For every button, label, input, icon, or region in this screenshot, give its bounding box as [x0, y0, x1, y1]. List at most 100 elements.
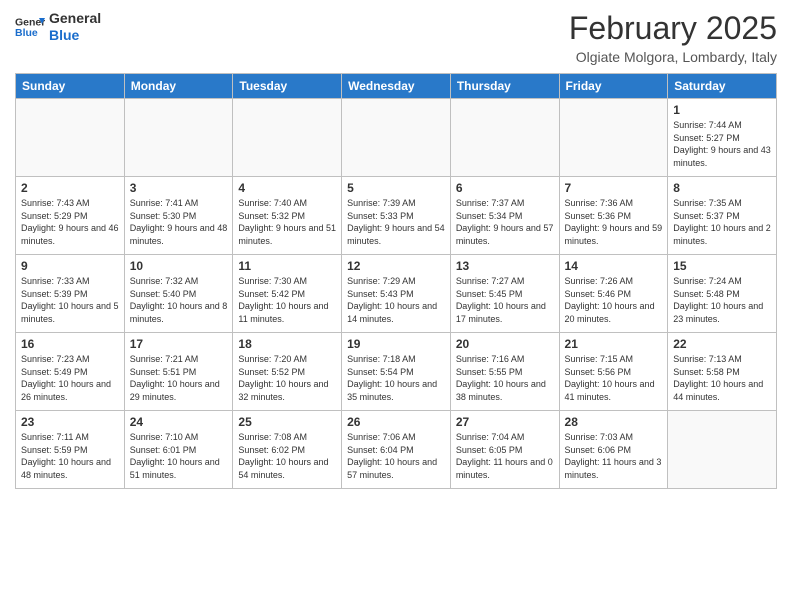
day-number-w1-d5: 7: [565, 181, 663, 195]
day-info-w4-d5: Sunrise: 7:03 AM Sunset: 6:06 PM Dayligh…: [565, 431, 663, 481]
day-number-w1-d1: 3: [130, 181, 228, 195]
title-area: February 2025 Olgiate Molgora, Lombardy,…: [569, 10, 777, 65]
cell-w0-d6: 1 Sunrise: 7:44 AM Sunset: 5:27 PM Daylig…: [668, 99, 777, 177]
cell-w2-d6: 15 Sunrise: 7:24 AM Sunset: 5:48 PM Dayli…: [668, 255, 777, 333]
day-number-w2-d3: 12: [347, 259, 445, 273]
day-info-w2-d1: Sunrise: 7:32 AM Sunset: 5:40 PM Dayligh…: [130, 275, 228, 325]
month-title: February 2025: [569, 10, 777, 47]
day-info-w1-d2: Sunrise: 7:40 AM Sunset: 5:32 PM Dayligh…: [238, 197, 336, 247]
cell-w2-d1: 10 Sunrise: 7:32 AM Sunset: 5:40 PM Dayli…: [124, 255, 233, 333]
cell-w1-d3: 5 Sunrise: 7:39 AM Sunset: 5:33 PM Daylig…: [342, 177, 451, 255]
day-number-w3-d4: 20: [456, 337, 554, 351]
header: General Blue General Blue February 2025 …: [15, 10, 777, 65]
day-info-w3-d2: Sunrise: 7:20 AM Sunset: 5:52 PM Dayligh…: [238, 353, 336, 403]
day-info-w1-d1: Sunrise: 7:41 AM Sunset: 5:30 PM Dayligh…: [130, 197, 228, 247]
weekday-header-row: Sunday Monday Tuesday Wednesday Thursday…: [16, 74, 777, 99]
cell-w3-d2: 18 Sunrise: 7:20 AM Sunset: 5:52 PM Dayli…: [233, 333, 342, 411]
day-number-w3-d1: 17: [130, 337, 228, 351]
day-number-w3-d6: 22: [673, 337, 771, 351]
day-info-w4-d3: Sunrise: 7:06 AM Sunset: 6:04 PM Dayligh…: [347, 431, 445, 481]
cell-w3-d6: 22 Sunrise: 7:13 AM Sunset: 5:58 PM Dayli…: [668, 333, 777, 411]
logo: General Blue General Blue: [15, 10, 101, 44]
header-thursday: Thursday: [450, 74, 559, 99]
cell-w1-d5: 7 Sunrise: 7:36 AM Sunset: 5:36 PM Daylig…: [559, 177, 668, 255]
logo-icon: General Blue: [15, 12, 45, 42]
cell-w4-d1: 24 Sunrise: 7:10 AM Sunset: 6:01 PM Dayli…: [124, 411, 233, 489]
cell-w4-d0: 23 Sunrise: 7:11 AM Sunset: 5:59 PM Dayli…: [16, 411, 125, 489]
svg-text:Blue: Blue: [15, 27, 38, 39]
location: Olgiate Molgora, Lombardy, Italy: [569, 49, 777, 65]
cell-w1-d2: 4 Sunrise: 7:40 AM Sunset: 5:32 PM Daylig…: [233, 177, 342, 255]
cell-w3-d5: 21 Sunrise: 7:15 AM Sunset: 5:56 PM Dayli…: [559, 333, 668, 411]
header-friday: Friday: [559, 74, 668, 99]
day-number-w3-d2: 18: [238, 337, 336, 351]
day-number-w1-d3: 5: [347, 181, 445, 195]
day-info-w2-d6: Sunrise: 7:24 AM Sunset: 5:48 PM Dayligh…: [673, 275, 771, 325]
logo-blue: Blue: [49, 27, 101, 44]
day-info-w1-d5: Sunrise: 7:36 AM Sunset: 5:36 PM Dayligh…: [565, 197, 663, 247]
header-sunday: Sunday: [16, 74, 125, 99]
cell-w1-d4: 6 Sunrise: 7:37 AM Sunset: 5:34 PM Daylig…: [450, 177, 559, 255]
day-number-w2-d1: 10: [130, 259, 228, 273]
day-info-w4-d2: Sunrise: 7:08 AM Sunset: 6:02 PM Dayligh…: [238, 431, 336, 481]
day-number-w1-d4: 6: [456, 181, 554, 195]
day-info-w2-d0: Sunrise: 7:33 AM Sunset: 5:39 PM Dayligh…: [21, 275, 119, 325]
day-number-w4-d3: 26: [347, 415, 445, 429]
day-number-w3-d5: 21: [565, 337, 663, 351]
day-number-w3-d3: 19: [347, 337, 445, 351]
week-row-4: 23 Sunrise: 7:11 AM Sunset: 5:59 PM Dayli…: [16, 411, 777, 489]
header-tuesday: Tuesday: [233, 74, 342, 99]
day-info-w3-d5: Sunrise: 7:15 AM Sunset: 5:56 PM Dayligh…: [565, 353, 663, 403]
logo-general: General: [49, 10, 101, 27]
day-number-w2-d2: 11: [238, 259, 336, 273]
day-info-w1-d0: Sunrise: 7:43 AM Sunset: 5:29 PM Dayligh…: [21, 197, 119, 247]
cell-w3-d1: 17 Sunrise: 7:21 AM Sunset: 5:51 PM Dayli…: [124, 333, 233, 411]
day-number-w1-d0: 2: [21, 181, 119, 195]
cell-w2-d0: 9 Sunrise: 7:33 AM Sunset: 5:39 PM Daylig…: [16, 255, 125, 333]
day-info-w4-d0: Sunrise: 7:11 AM Sunset: 5:59 PM Dayligh…: [21, 431, 119, 481]
day-info-w4-d1: Sunrise: 7:10 AM Sunset: 6:01 PM Dayligh…: [130, 431, 228, 481]
cell-w0-d5: [559, 99, 668, 177]
header-wednesday: Wednesday: [342, 74, 451, 99]
day-info-w3-d6: Sunrise: 7:13 AM Sunset: 5:58 PM Dayligh…: [673, 353, 771, 403]
cell-w0-d3: [342, 99, 451, 177]
week-row-2: 9 Sunrise: 7:33 AM Sunset: 5:39 PM Daylig…: [16, 255, 777, 333]
day-number-w4-d0: 23: [21, 415, 119, 429]
cell-w0-d2: [233, 99, 342, 177]
cell-w4-d5: 28Sunrise: 7:03 AM Sunset: 6:06 PM Dayli…: [559, 411, 668, 489]
cell-w0-d0: [16, 99, 125, 177]
cell-w2-d4: 13 Sunrise: 7:27 AM Sunset: 5:45 PM Dayli…: [450, 255, 559, 333]
cell-w3-d0: 16Sunrise: 7:23 AM Sunset: 5:49 PM Dayli…: [16, 333, 125, 411]
day-number-w2-d4: 13: [456, 259, 554, 273]
cell-w4-d4: 27 Sunrise: 7:04 AM Sunset: 6:05 PM Dayli…: [450, 411, 559, 489]
day-info-w1-d6: Sunrise: 7:35 AM Sunset: 5:37 PM Dayligh…: [673, 197, 771, 247]
day-number-w4-d2: 25: [238, 415, 336, 429]
day-info-w4-d4: Sunrise: 7:04 AM Sunset: 6:05 PM Dayligh…: [456, 431, 554, 481]
day-info-w1-d3: Sunrise: 7:39 AM Sunset: 5:33 PM Dayligh…: [347, 197, 445, 247]
cell-w1-d0: 2 Sunrise: 7:43 AM Sunset: 5:29 PM Daylig…: [16, 177, 125, 255]
day-info-w2-d3: Sunrise: 7:29 AM Sunset: 5:43 PM Dayligh…: [347, 275, 445, 325]
day-number-w2-d6: 15: [673, 259, 771, 273]
day-info-w3-d4: Sunrise: 7:16 AM Sunset: 5:55 PM Dayligh…: [456, 353, 554, 403]
cell-w0-d1: [124, 99, 233, 177]
day-number-w2-d0: 9: [21, 259, 119, 273]
day-info-w1-d4: Sunrise: 7:37 AM Sunset: 5:34 PM Dayligh…: [456, 197, 554, 247]
day-number-w1-d2: 4: [238, 181, 336, 195]
day-number-w4-d4: 27: [456, 415, 554, 429]
calendar: Sunday Monday Tuesday Wednesday Thursday…: [15, 73, 777, 489]
cell-w3-d3: 19 Sunrise: 7:18 AM Sunset: 5:54 PM Dayli…: [342, 333, 451, 411]
day-number-w4-d1: 24: [130, 415, 228, 429]
day-info-w2-d4: Sunrise: 7:27 AM Sunset: 5:45 PM Dayligh…: [456, 275, 554, 325]
header-monday: Monday: [124, 74, 233, 99]
day-number-w0-d6: 1: [673, 103, 771, 117]
cell-w2-d5: 14Sunrise: 7:26 AM Sunset: 5:46 PM Dayli…: [559, 255, 668, 333]
day-info-w3-d1: Sunrise: 7:21 AM Sunset: 5:51 PM Dayligh…: [130, 353, 228, 403]
cell-w1-d6: 8Sunrise: 7:35 AM Sunset: 5:37 PM Daylig…: [668, 177, 777, 255]
day-info-w3-d3: Sunrise: 7:18 AM Sunset: 5:54 PM Dayligh…: [347, 353, 445, 403]
week-row-0: 1 Sunrise: 7:44 AM Sunset: 5:27 PM Daylig…: [16, 99, 777, 177]
header-saturday: Saturday: [668, 74, 777, 99]
day-number-w2-d5: 14: [565, 259, 663, 273]
cell-w3-d4: 20 Sunrise: 7:16 AM Sunset: 5:55 PM Dayli…: [450, 333, 559, 411]
day-info-w3-d0: Sunrise: 7:23 AM Sunset: 5:49 PM Dayligh…: [21, 353, 119, 403]
day-info-w0-d6: Sunrise: 7:44 AM Sunset: 5:27 PM Dayligh…: [673, 119, 771, 169]
